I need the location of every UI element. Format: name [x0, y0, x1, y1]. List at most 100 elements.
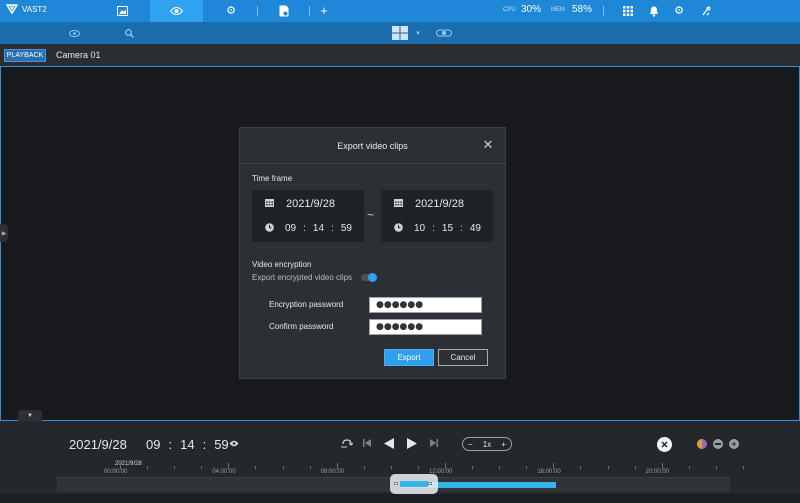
start-time-value: 09 : 14 : 59	[285, 223, 352, 234]
selected-range-fill	[400, 481, 428, 487]
range-end-handle[interactable]	[428, 482, 432, 485]
export-range-selector[interactable]	[390, 474, 438, 494]
end-date-value: 2021/9/28	[415, 198, 464, 210]
document-settings-icon[interactable]	[277, 4, 291, 18]
notification-bell-icon[interactable]	[647, 4, 661, 18]
timeline-tick-mark	[417, 466, 419, 469]
toggle-knob	[368, 273, 377, 282]
export-dialog: Export video clips ✕ Time frame 2021/9/2…	[240, 128, 505, 378]
timeline-tick-label: 00:00:00	[104, 469, 128, 475]
layout-dropdown-chevron-icon[interactable]: ▾	[411, 27, 425, 41]
vast-logo-icon	[6, 4, 18, 15]
timeline-tick-label: 08:00:00	[320, 469, 345, 475]
timeline-tick-mark	[363, 466, 365, 469]
clear-selection-button[interactable]	[657, 437, 672, 452]
timeline-tick-mark	[228, 463, 230, 469]
time-colon: :	[432, 222, 435, 234]
zoom-out-icon[interactable]	[713, 439, 723, 449]
timeline-tick-mark	[499, 466, 501, 469]
playback-speed-control: − 1x +	[462, 437, 512, 451]
timeline-date-label: 2021/9/28	[115, 461, 142, 467]
timeline-tick-mark	[336, 463, 338, 469]
play-reverse-icon[interactable]	[383, 438, 395, 453]
time-visibility-eye-icon[interactable]	[228, 439, 240, 451]
timeline-tick-mark	[688, 466, 690, 469]
mem-value: 58%	[572, 4, 593, 15]
playback-minute: 14	[180, 437, 195, 452]
start-minute[interactable]: 14	[313, 223, 324, 234]
export-button[interactable]: Export	[384, 349, 434, 366]
start-date-row[interactable]: 2021/9/28	[252, 194, 364, 214]
start-time-box[interactable]: 2021/9/28 09 : 14 : 59	[252, 190, 364, 242]
apps-grid-icon[interactable]	[621, 4, 635, 18]
time-colon: :	[331, 222, 334, 234]
skip-next-icon[interactable]	[429, 439, 439, 451]
encryption-toggle-label: Export encrypted video clips	[252, 273, 353, 282]
encryption-password-label: Encryption password	[269, 300, 344, 309]
timeline-tick-mark	[472, 466, 474, 469]
confirm-password-input[interactable]: ●●●●●●	[369, 319, 482, 335]
mem-label: MEM	[551, 7, 565, 13]
eye-icon	[170, 7, 183, 15]
clock-icon	[264, 223, 274, 233]
time-colon: :	[202, 437, 207, 452]
start-time-row[interactable]: 09 : 14 : 59	[252, 218, 364, 238]
speed-decrease-button[interactable]: −	[468, 440, 473, 449]
timeline-tick-label: 04:00:00	[212, 469, 236, 475]
app-brand: VAST2	[6, 3, 47, 15]
timeline-tick-mark	[174, 466, 176, 469]
timeline-tick-mark	[715, 466, 717, 469]
toolbar-divider	[257, 6, 258, 16]
timeline-tick-mark	[661, 463, 663, 469]
end-time-value: 10 : 15 : 49	[414, 223, 481, 234]
system-gear-icon[interactable]: ⚙	[672, 4, 686, 18]
time-colon: :	[460, 222, 463, 234]
playback-date: 2021/9/28	[69, 437, 127, 452]
zoom-in-icon[interactable]: +	[729, 439, 739, 449]
speed-increase-button[interactable]: +	[501, 440, 506, 449]
end-date-row[interactable]: 2021/9/28	[381, 194, 493, 214]
range-start-handle[interactable]	[394, 482, 398, 485]
range-separator: ~	[367, 208, 375, 222]
start-second[interactable]: 59	[341, 223, 352, 234]
timeline-tick-mark	[580, 466, 582, 469]
tab-liveview[interactable]	[150, 0, 203, 22]
time-colon: :	[303, 222, 306, 234]
skip-previous-icon[interactable]	[362, 439, 372, 451]
encryption-toggle[interactable]	[361, 273, 377, 282]
jump-to-time-icon[interactable]	[340, 439, 354, 452]
calendar-icon	[264, 199, 274, 209]
timeline-tick-mark	[390, 466, 392, 469]
end-time-row[interactable]: 10 : 15 : 49	[381, 218, 493, 238]
collapse-panel-icon[interactable]: ▼	[18, 410, 42, 421]
end-minute[interactable]: 15	[442, 223, 453, 234]
play-icon[interactable]	[406, 438, 418, 453]
search-icon[interactable]	[122, 26, 136, 40]
close-icon[interactable]: ✕	[482, 138, 494, 151]
start-hour[interactable]: 09	[285, 223, 296, 234]
user-icon[interactable]	[699, 4, 713, 18]
playback-mode-tab[interactable]: PLAYBACK	[4, 49, 46, 62]
encryption-password-input[interactable]: ●●●●●●	[369, 297, 482, 313]
dialog-title: Export video clips	[240, 128, 505, 164]
fisheye-view-icon[interactable]	[436, 26, 452, 40]
toolbar-divider	[603, 6, 604, 16]
camera-list-icon[interactable]	[67, 26, 81, 40]
cancel-button[interactable]: Cancel	[438, 349, 488, 366]
expand-left-panel-icon[interactable]: ▶	[0, 224, 8, 242]
end-hour[interactable]: 10	[414, 223, 425, 234]
color-legend-icon[interactable]	[697, 439, 707, 449]
camera-name: Camera 01	[56, 50, 101, 60]
time-colon: :	[168, 437, 173, 452]
settings-gear-icon[interactable]: ⚙	[224, 4, 238, 18]
end-second[interactable]: 49	[470, 223, 481, 234]
add-tab-icon[interactable]: +	[317, 4, 331, 18]
timeline-tick-mark	[742, 466, 744, 469]
end-time-box[interactable]: 2021/9/28 10 : 15 : 49	[381, 190, 493, 242]
playback-hour: 09	[146, 437, 161, 452]
toolbar-divider	[309, 6, 310, 16]
playback-photo-icon[interactable]	[115, 4, 129, 18]
timeline-tick-label: 16:00:00	[537, 469, 561, 475]
layout-grid-icon[interactable]	[392, 25, 408, 41]
video-encryption-label: Video encryption	[252, 260, 312, 269]
